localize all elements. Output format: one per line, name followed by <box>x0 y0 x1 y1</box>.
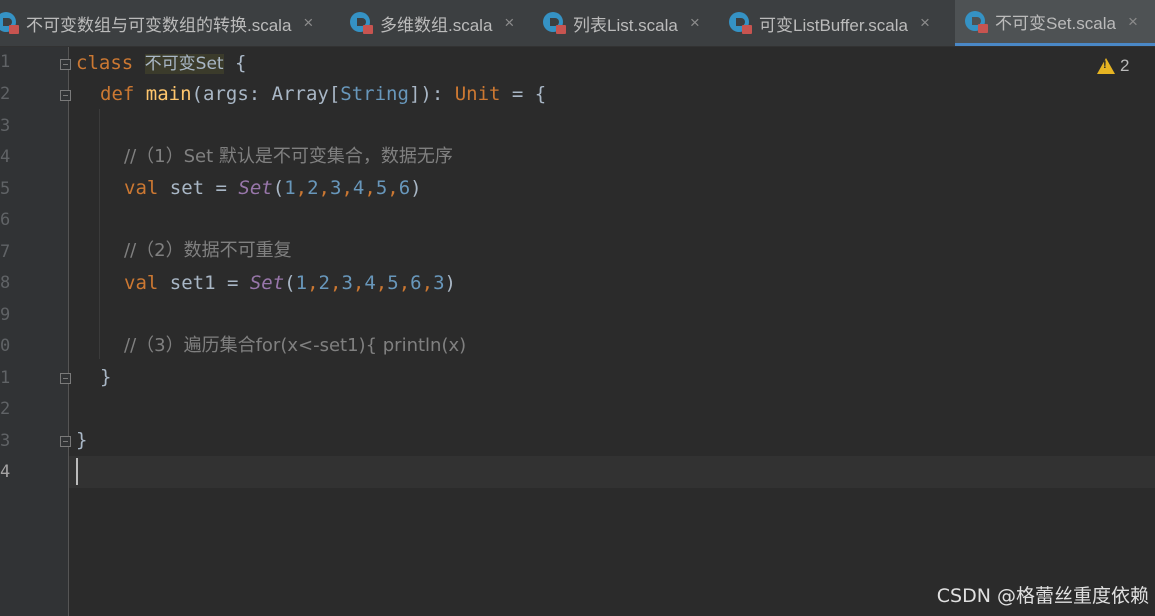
variable: set1 = <box>158 272 250 294</box>
tab-immutable-set[interactable]: 不可变Set.scala × <box>955 0 1155 46</box>
number-literal: 3 <box>330 177 342 199</box>
line-number: 3 <box>0 431 11 451</box>
editor-tab-bar: 不可变数组与可变数组的转换.scala × 多维数组.scala × 列表Lis… <box>0 0 1155 47</box>
punctuation: ( <box>191 83 203 105</box>
tab-label: 列表List.scala <box>573 15 678 35</box>
close-icon[interactable]: × <box>504 13 514 33</box>
punctuation: = { <box>500 83 547 105</box>
type: Array[ <box>271 83 341 105</box>
scala-file-icon <box>543 12 566 34</box>
code-line-7: //（2）数据不可重复 <box>124 240 292 261</box>
code-line-13: } <box>76 429 88 451</box>
line-number: 5 <box>0 179 11 199</box>
scala-file-icon <box>729 12 752 34</box>
tab-label: 可变ListBuffer.scala <box>759 15 908 35</box>
code-line-2: def main(args: Array[String]): Unit = { <box>100 78 546 110</box>
text-caret <box>76 458 78 485</box>
close-icon[interactable]: × <box>303 13 313 33</box>
number-literal: 5 <box>375 177 388 199</box>
line-number: 4 <box>0 462 11 482</box>
current-line-highlight <box>69 456 1155 488</box>
class-ref: Set <box>249 272 285 294</box>
tab-array-conversion[interactable]: 不可变数组与可变数组的转换.scala × <box>0 0 313 46</box>
punctuation: ( <box>284 272 296 294</box>
keyword: val <box>124 177 159 199</box>
number-literal: 1 <box>284 177 296 199</box>
punctuation: ) <box>410 177 422 199</box>
code-line-10: //（3）遍历集合for(x<-set1){ println(x) <box>124 335 467 356</box>
watermark: CSDN @格蕾丝重度依赖 <box>936 585 1149 607</box>
code-line-5: val set = Set(1,2,3,4,5,6) <box>124 177 422 199</box>
number-literal: 6 <box>398 177 411 199</box>
punctuation: ]): <box>408 83 455 105</box>
line-number: 2 <box>0 84 11 104</box>
line-number: 6 <box>0 210 11 230</box>
close-icon[interactable]: × <box>690 13 700 33</box>
punctuation: : <box>248 83 272 105</box>
line-number: 2 <box>0 399 11 419</box>
number-literal: 1 <box>295 272 308 294</box>
number-literal: 2 <box>318 272 330 294</box>
code-line-1: class 不可变Set { <box>76 47 246 79</box>
tab-label: 不可变Set.scala <box>995 14 1116 33</box>
close-icon[interactable]: × <box>1128 12 1138 32</box>
line-number-gutter: 1 2 3 4 5 6 7 8 9 0 1 2 3 4 <box>0 47 71 616</box>
warning-icon <box>1097 58 1115 74</box>
tab-label: 不可变数组与可变数组的转换.scala <box>26 15 292 35</box>
code-line-11: } <box>100 366 112 388</box>
scala-file-icon <box>965 10 988 33</box>
number-literal: 2 <box>307 177 319 199</box>
number-literal: 5 <box>387 272 399 294</box>
number-literal: 6 <box>410 272 422 294</box>
scala-file-icon <box>350 12 373 34</box>
type-argument: String <box>340 83 409 105</box>
punctuation: ( <box>272 177 285 199</box>
line-number: 1 <box>0 368 11 388</box>
line-number: 4 <box>0 147 11 167</box>
punctuation: ) <box>444 272 456 294</box>
keyword: def <box>100 83 135 105</box>
close-icon[interactable]: × <box>920 13 930 33</box>
indent-guide <box>99 109 100 359</box>
class-ref: Set <box>238 177 273 199</box>
tab-listbuffer[interactable]: 可变ListBuffer.scala × <box>729 0 930 46</box>
tab-list[interactable]: 列表List.scala × <box>543 0 700 46</box>
warning-count: 2 <box>1120 56 1130 75</box>
number-literal: 4 <box>364 272 376 294</box>
parameter: args <box>203 83 249 105</box>
code-line-4: //（1）Set 默认是不可变集合，数据无序 <box>124 146 453 167</box>
line-number: 3 <box>0 116 11 136</box>
variable: set = <box>158 177 239 199</box>
return-type: Unit <box>454 83 501 105</box>
code-editor[interactable]: class 不可变Set { def main(args: Array[Stri… <box>69 47 1155 616</box>
number-literal: 3 <box>433 272 445 294</box>
keyword: val <box>124 272 159 294</box>
line-number: 7 <box>0 242 11 262</box>
tab-label: 多维数组.scala <box>380 15 493 35</box>
line-number: 1 <box>0 52 11 72</box>
class-name: 不可变Set <box>144 54 224 74</box>
line-number: 9 <box>0 305 11 325</box>
number-literal: 4 <box>352 177 365 199</box>
keyword: class <box>76 52 134 74</box>
scala-file-icon <box>0 12 19 34</box>
method-name: main <box>145 83 192 105</box>
number-literal: 3 <box>341 272 353 294</box>
punctuation: { <box>223 52 247 74</box>
line-number: 8 <box>0 273 11 293</box>
line-number: 0 <box>0 336 11 356</box>
tab-multidim-array[interactable]: 多维数组.scala × <box>350 0 514 46</box>
inspection-widget[interactable]: 2 <box>1097 56 1129 76</box>
code-line-8: val set1 = Set(1,2,3,4,5,6,3) <box>124 272 456 294</box>
